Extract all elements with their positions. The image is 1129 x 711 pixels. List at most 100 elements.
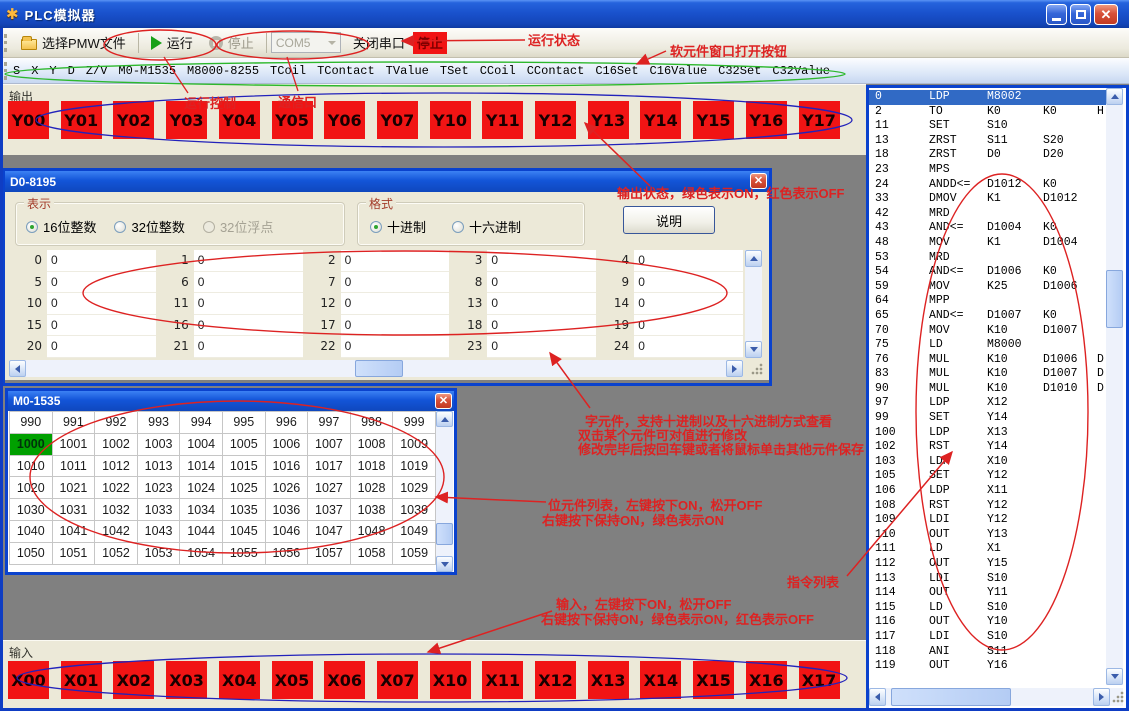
output-button-Y14[interactable]: Y14	[640, 101, 681, 139]
register-value-d14[interactable]: 0	[634, 293, 743, 315]
bit-cell-m1037[interactable]: 1037	[308, 499, 351, 521]
instruction-row-100[interactable]: 100LDPX13	[869, 426, 1106, 441]
m-scroll-up-button[interactable]	[436, 411, 453, 427]
bit-cell-m1009[interactable]: 1009	[393, 434, 436, 456]
device-button-s[interactable]: S	[13, 64, 20, 78]
input-button-X03[interactable]: X03	[166, 661, 207, 699]
instruction-row-109[interactable]: 109LDIY12	[869, 513, 1106, 528]
bit-cell-m1019[interactable]: 1019	[393, 456, 436, 478]
bit-cell-m994[interactable]: 994	[180, 412, 223, 434]
bit-cell-m1048[interactable]: 1048	[351, 521, 394, 543]
output-button-Y11[interactable]: Y11	[482, 101, 523, 139]
register-value-d11[interactable]: 0	[194, 293, 303, 315]
bit-cell-m993[interactable]: 993	[138, 412, 181, 434]
instruction-row-119[interactable]: 119OUTY16	[869, 659, 1106, 674]
register-value-d15[interactable]: 0	[47, 315, 156, 337]
minimize-button[interactable]	[1046, 4, 1067, 25]
instr-scroll-down-button[interactable]	[1106, 668, 1123, 685]
bit-cell-m1057[interactable]: 1057	[308, 543, 351, 565]
d-scroll-down-button[interactable]	[745, 341, 762, 358]
resize-grip[interactable]	[1111, 690, 1124, 703]
device-button-c16value[interactable]: C16Value	[650, 64, 708, 78]
register-value-d22[interactable]: 0	[341, 336, 450, 358]
input-button-X12[interactable]: X12	[535, 661, 576, 699]
instruction-row-76[interactable]: 76MULK10D1006D:	[869, 353, 1106, 368]
instruction-row-103[interactable]: 103LDPX10	[869, 455, 1106, 470]
output-button-Y04[interactable]: Y04	[219, 101, 260, 139]
instruction-row-111[interactable]: 111LDX1	[869, 542, 1106, 557]
register-value-d17[interactable]: 0	[341, 315, 450, 337]
bit-cell-m1004[interactable]: 1004	[180, 434, 223, 456]
bit-cell-m1044[interactable]: 1044	[180, 521, 223, 543]
resize-grip[interactable]	[750, 362, 763, 375]
device-button-c32value[interactable]: C32Value	[772, 64, 830, 78]
bit-cell-m1007[interactable]: 1007	[308, 434, 351, 456]
instruction-row-59[interactable]: 59MOVK25D1006	[869, 280, 1106, 295]
bit-cell-m1003[interactable]: 1003	[138, 434, 181, 456]
device-button-d[interactable]: D	[68, 64, 75, 78]
bit-cell-m1035[interactable]: 1035	[223, 499, 266, 521]
bit-cell-m1000[interactable]: 1000	[10, 434, 53, 456]
instruction-row-23[interactable]: 23MPS	[869, 163, 1106, 178]
instruction-row-24[interactable]: 24ANDD<=D1012K0	[869, 178, 1106, 193]
register-value-d4[interactable]: 0	[634, 250, 743, 272]
m-vscrollbar[interactable]	[436, 411, 453, 572]
instruction-row-0[interactable]: 0LDPM8002	[869, 90, 1106, 105]
radio-unchecked-icon[interactable]	[452, 221, 464, 233]
input-button-X04[interactable]: X04	[219, 661, 260, 699]
bit-cell-m1010[interactable]: 1010	[10, 456, 53, 478]
bit-cell-m1016[interactable]: 1016	[266, 456, 309, 478]
bit-cell-m1033[interactable]: 1033	[138, 499, 181, 521]
input-button-X01[interactable]: X01	[61, 661, 102, 699]
input-button-X15[interactable]: X15	[693, 661, 734, 699]
maximize-button[interactable]	[1070, 4, 1091, 25]
input-button-X00[interactable]: X00	[8, 661, 49, 699]
bit-cell-m1050[interactable]: 1050	[10, 543, 53, 565]
input-button-X06[interactable]: X06	[324, 661, 365, 699]
bit-cell-m1041[interactable]: 1041	[53, 521, 96, 543]
bit-cell-m1012[interactable]: 1012	[95, 456, 138, 478]
bit-cell-m1017[interactable]: 1017	[308, 456, 351, 478]
bit-cell-m1043[interactable]: 1043	[138, 521, 181, 543]
device-button-m0-m1535[interactable]: M0-M1535	[118, 64, 176, 78]
output-button-Y05[interactable]: Y05	[272, 101, 313, 139]
instruction-row-18[interactable]: 18ZRSTD0D20	[869, 148, 1106, 163]
instruction-row-118[interactable]: 118ANIS11	[869, 645, 1106, 660]
output-button-Y10[interactable]: Y10	[430, 101, 471, 139]
output-button-Y02[interactable]: Y02	[113, 101, 154, 139]
register-value-d10[interactable]: 0	[47, 293, 156, 315]
output-button-Y03[interactable]: Y03	[166, 101, 207, 139]
bit-cell-m1018[interactable]: 1018	[351, 456, 394, 478]
open-pmw-file-button[interactable]: 选择PMW文件	[13, 31, 134, 55]
input-button-X05[interactable]: X05	[272, 661, 313, 699]
instr-scroll-right-button[interactable]	[1093, 688, 1110, 706]
register-value-d23[interactable]: 0	[487, 336, 596, 358]
bit-cell-m1014[interactable]: 1014	[180, 456, 223, 478]
output-button-Y12[interactable]: Y12	[535, 101, 576, 139]
register-value-d8[interactable]: 0	[487, 272, 596, 294]
m-scroll-down-button[interactable]	[436, 556, 453, 572]
bit-cell-m1058[interactable]: 1058	[351, 543, 394, 565]
input-button-X07[interactable]: X07	[377, 661, 418, 699]
d-window-close-button[interactable]: ✕	[750, 173, 767, 189]
bit-cell-m1051[interactable]: 1051	[53, 543, 96, 565]
run-button[interactable]: 运行	[143, 31, 201, 55]
instruction-row-108[interactable]: 108RSTY12	[869, 499, 1106, 514]
input-button-X13[interactable]: X13	[588, 661, 629, 699]
register-value-d12[interactable]: 0	[341, 293, 450, 315]
output-button-Y13[interactable]: Y13	[588, 101, 629, 139]
instruction-row-106[interactable]: 106LDPX11	[869, 484, 1106, 499]
register-value-d21[interactable]: 0	[194, 336, 303, 358]
d-scroll-right-button[interactable]	[726, 360, 743, 377]
bit-cell-m995[interactable]: 995	[223, 412, 266, 434]
output-button-Y01[interactable]: Y01	[61, 101, 102, 139]
instruction-row-110[interactable]: 110OUTY13	[869, 528, 1106, 543]
bit-cell-m1025[interactable]: 1025	[223, 477, 266, 499]
instruction-row-13[interactable]: 13ZRSTS11S20	[869, 134, 1106, 149]
radio-option[interactable]: 32位整数	[114, 217, 184, 236]
output-button-Y15[interactable]: Y15	[693, 101, 734, 139]
bit-cell-m998[interactable]: 998	[351, 412, 394, 434]
bit-cell-m1027[interactable]: 1027	[308, 477, 351, 499]
bit-cell-m1055[interactable]: 1055	[223, 543, 266, 565]
instruction-row-114[interactable]: 114OUTY11	[869, 586, 1106, 601]
